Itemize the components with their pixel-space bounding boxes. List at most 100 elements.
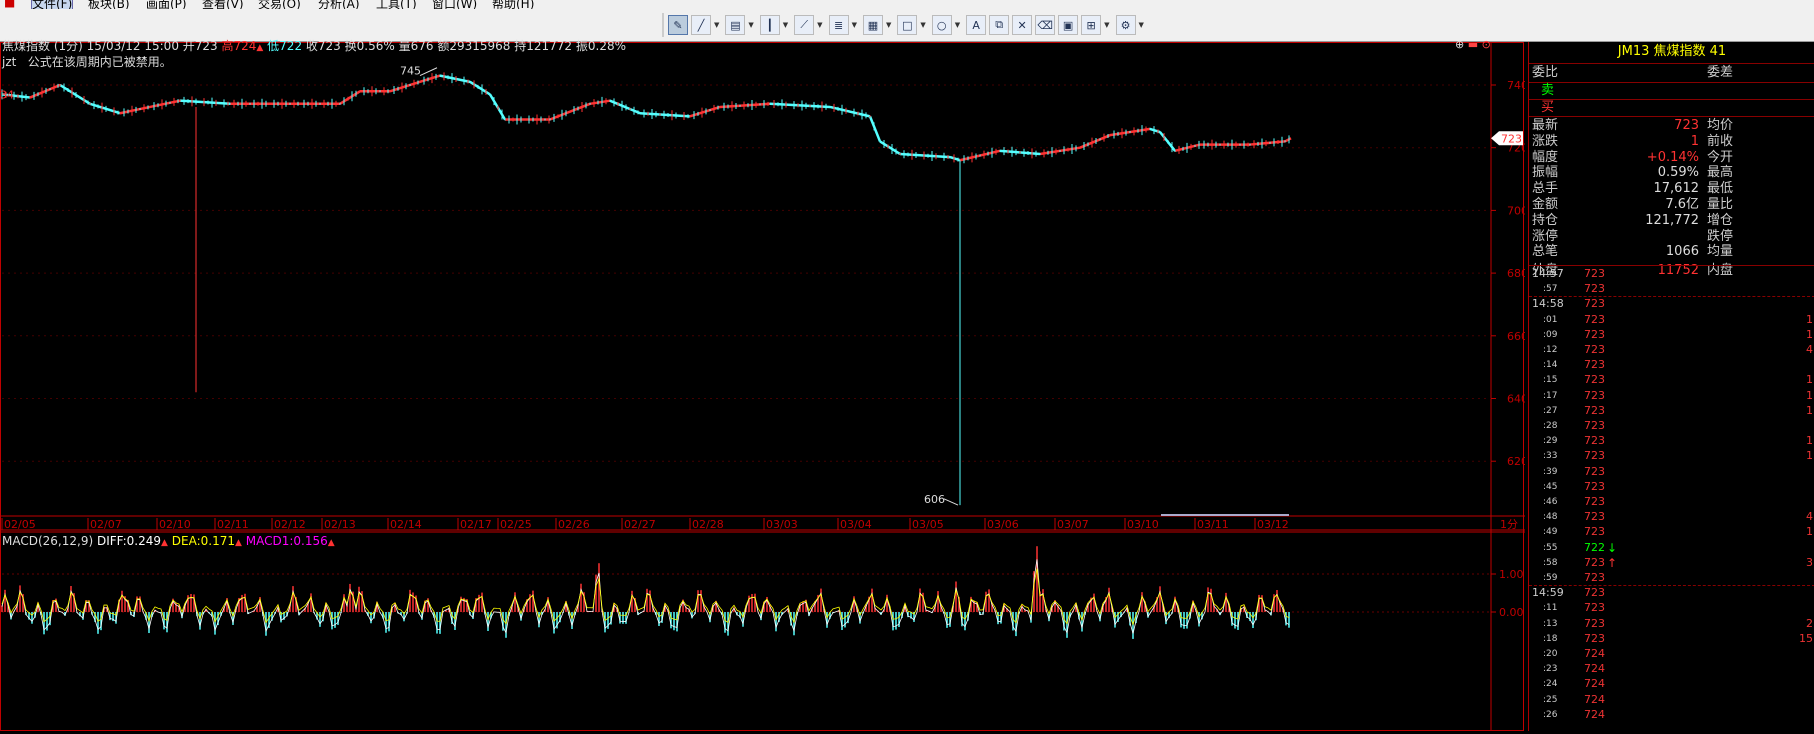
tick-price: 723 bbox=[1584, 555, 1605, 569]
weibi-row: 委比 委差 bbox=[1529, 64, 1814, 82]
formula-notice-text: 公式在该周期内已被禁用。 bbox=[27, 55, 172, 69]
tick-row: :28 723 bbox=[1529, 419, 1814, 433]
x-tick-label: 03/11 bbox=[1197, 518, 1229, 531]
tick-price: 723 bbox=[1584, 586, 1605, 600]
clock-icon[interactable]: ⊕ bbox=[1455, 38, 1464, 51]
menu-item-4[interactable]: 交易(O) bbox=[258, 0, 301, 9]
delete-icon[interactable]: ✕ bbox=[1012, 15, 1033, 35]
menu-item-2[interactable]: 画面(P) bbox=[146, 0, 187, 9]
info-amp: 振0.28% bbox=[575, 39, 627, 53]
info-name: 焦煤指数 (1分) bbox=[2, 39, 83, 53]
tick-row: :11 723 bbox=[1529, 601, 1814, 615]
gann-icon[interactable]: ▦ bbox=[862, 15, 883, 35]
tick-price: 723 bbox=[1584, 343, 1605, 356]
dropdown-arrow-icon[interactable]: ▼ bbox=[1139, 21, 1144, 29]
grid-icon[interactable]: ⊞ bbox=[1081, 15, 1102, 35]
circle-icon[interactable]: ○ bbox=[931, 15, 952, 35]
y-tick-label: 640 bbox=[1507, 393, 1525, 406]
dropdown-arrow-icon[interactable]: ▼ bbox=[852, 21, 857, 29]
tick-time: :23 bbox=[1543, 664, 1558, 675]
x-tick-label: 02/17 bbox=[460, 518, 492, 531]
tick-time: :25 bbox=[1543, 694, 1558, 705]
menu-item-0[interactable]: 文件(F) bbox=[30, 0, 74, 9]
quote-title: JM13 焦煤指数 41 bbox=[1617, 44, 1727, 59]
dropdown-arrow-icon[interactable]: ▼ bbox=[920, 21, 925, 29]
tick-price: 723 bbox=[1584, 495, 1605, 508]
tick-time: :26 bbox=[1543, 709, 1558, 720]
tick-time: 14:58 bbox=[1532, 297, 1564, 311]
tick-price: 723 bbox=[1584, 419, 1605, 432]
x-tick-label: 02/05 bbox=[4, 518, 36, 531]
tick-row: :09 723 1 bbox=[1529, 328, 1814, 342]
dropdown-arrow-icon[interactable]: ▼ bbox=[955, 21, 960, 29]
settings-icon[interactable]: ⚙ bbox=[1115, 15, 1136, 35]
tick-time: :18 bbox=[1543, 633, 1558, 644]
draw-cursor-icon[interactable]: ✎ bbox=[668, 15, 688, 35]
menu-item-6[interactable]: 工具(T) bbox=[376, 0, 417, 9]
tick-row: :57 723 bbox=[1529, 282, 1814, 296]
rectangle-icon[interactable]: □ bbox=[897, 15, 918, 35]
dropdown-arrow-icon[interactable]: ▼ bbox=[783, 21, 788, 29]
text-tool-icon[interactable]: A bbox=[966, 15, 987, 35]
dropdown-arrow-icon[interactable]: ▼ bbox=[1104, 21, 1109, 29]
menu-item-3[interactable]: 查看(V) bbox=[202, 0, 244, 9]
text-box-icon[interactable]: ▤ bbox=[725, 15, 746, 35]
tick-row: :49 723 1 bbox=[1529, 525, 1814, 539]
price-segment bbox=[339, 90, 361, 105]
x-tick-label: 02/14 bbox=[390, 518, 422, 531]
tick-volume: 2 bbox=[1806, 616, 1813, 630]
period-label: 1分 bbox=[1500, 518, 1518, 531]
chart-area[interactable]: 740 720 700 680 660 640 620 02/05 02/07 02/10 02/1… bbox=[0, 38, 1528, 731]
fan-lines-icon[interactable]: ⟋ bbox=[794, 15, 815, 35]
eraser-icon[interactable]: ⌫ bbox=[1035, 15, 1056, 35]
menu-item-5[interactable]: 分析(A) bbox=[318, 0, 360, 9]
macd-diff: DIFF:0.249 bbox=[96, 534, 162, 548]
low-annotation-line bbox=[943, 498, 959, 506]
high-annotation-line bbox=[419, 67, 438, 77]
dropdown-arrow-icon[interactable]: ▼ bbox=[714, 21, 719, 29]
copy-icon[interactable]: ⧉ bbox=[989, 15, 1010, 35]
tick-volume: 1 bbox=[1806, 525, 1813, 539]
tick-time: :49 bbox=[1543, 527, 1558, 538]
chart-corner-icons[interactable]: ⊕ ▬ ⊙ bbox=[1455, 38, 1491, 51]
tick-price: 723 bbox=[1584, 267, 1605, 280]
formula-notice: jzt 公式在该周期内已被禁用。 bbox=[2, 53, 172, 70]
tick-row: :48 723 4 bbox=[1529, 510, 1814, 524]
menu-item-1[interactable]: 板块(B) bbox=[88, 0, 130, 9]
macd-y-tick-label: 0.00 bbox=[1499, 606, 1524, 619]
tick-time: :46 bbox=[1543, 497, 1558, 507]
weibi-label: 委比 bbox=[1532, 65, 1559, 80]
tick-row: :39 723 bbox=[1529, 465, 1814, 479]
tick-price: 723 bbox=[1584, 601, 1605, 615]
menu-item-7[interactable]: 窗口(W) bbox=[432, 0, 477, 9]
tick-row: :33 723 1 bbox=[1529, 449, 1814, 463]
x-tick-label: 03/05 bbox=[912, 518, 944, 531]
book-icon[interactable]: ▬ bbox=[1468, 38, 1478, 51]
info-line: 焦煤指数 (1分) 15/03/12 15:00 开723 高724▲ 低722… bbox=[2, 37, 626, 54]
line-tool-icon[interactable]: ╱ bbox=[691, 15, 711, 35]
tick-volume: 1 bbox=[1806, 388, 1813, 402]
tick-row: :46 723 bbox=[1529, 495, 1814, 509]
app-icon[interactable]: ■ bbox=[4, 0, 15, 9]
buy-label: 买 bbox=[1541, 100, 1555, 115]
dropdown-arrow-icon[interactable]: ▼ bbox=[748, 21, 753, 29]
price-segment bbox=[469, 80, 491, 96]
tick-volume: 1 bbox=[1806, 373, 1813, 387]
settings-icon[interactable]: ⊙ bbox=[1482, 38, 1491, 51]
info-high: 高724 bbox=[221, 39, 257, 53]
parallel-lines-icon[interactable]: ≣ bbox=[828, 15, 849, 35]
tick-price: 724 bbox=[1584, 677, 1605, 691]
dropdown-arrow-icon[interactable]: ▼ bbox=[886, 21, 891, 29]
tick-row: :12 723 4 bbox=[1529, 343, 1814, 357]
menu-item-8[interactable]: 帮助(H) bbox=[492, 0, 534, 9]
kline-svg[interactable]: 74072070068066064062002/05 02/07 02/10 02/1… bbox=[0, 42, 1528, 731]
tick-volume: 4 bbox=[1806, 510, 1813, 524]
tick-time: :11 bbox=[1543, 603, 1558, 614]
save-icon[interactable]: ▣ bbox=[1058, 15, 1079, 35]
info-date: 15/03/12 15:00 bbox=[86, 39, 179, 53]
y-tick-label: 620 bbox=[1507, 455, 1525, 468]
x-tick-label: 03/03 bbox=[766, 518, 798, 531]
ruler-icon[interactable]: ┃ bbox=[759, 15, 780, 35]
x-tick-label: 02/26 bbox=[558, 518, 590, 531]
dropdown-arrow-icon[interactable]: ▼ bbox=[817, 21, 822, 29]
